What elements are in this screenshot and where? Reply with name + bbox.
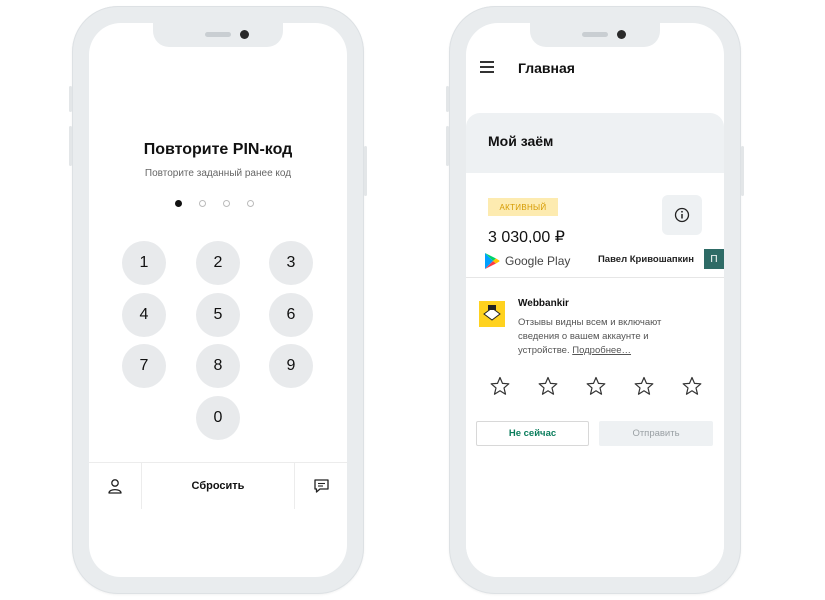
store-name: Google Play <box>505 254 571 268</box>
star-icon[interactable] <box>682 376 702 396</box>
user-name: Павел Кривошапкин <box>597 254 694 265</box>
pin-indicator <box>175 200 265 210</box>
info-button[interactable] <box>662 195 702 235</box>
google-play-icon <box>485 253 500 269</box>
loan-title: Мой заём <box>488 133 554 149</box>
app-name: Webbankir <box>518 298 569 309</box>
profile-button[interactable] <box>89 463 142 509</box>
not-now-button[interactable]: Не сейчас <box>476 421 589 446</box>
page-title: Главная <box>518 60 575 76</box>
phone-frame-right: Главная Мой заём АКТИВНЫЙ 3 030,00 ₽ Goo… <box>446 6 744 594</box>
page-title: Повторите PIN-код <box>143 141 293 158</box>
app-header: Главная <box>466 49 724 89</box>
side-button <box>69 86 72 112</box>
screen-main: Главная Мой заём АКТИВНЫЙ 3 030,00 ₽ Goo… <box>466 23 724 577</box>
key-5[interactable]: 5 <box>196 293 240 337</box>
review-description: Отзывы видны всем и включают сведения о … <box>518 316 698 358</box>
pin-dot-empty <box>199 200 206 207</box>
loan-section-header: Мой заём <box>466 113 724 173</box>
reset-button[interactable]: Сбросить <box>141 463 295 509</box>
notch <box>530 23 660 47</box>
screen-pin: Повторите PIN-код Повторите заданный ран… <box>89 23 347 577</box>
send-button[interactable]: Отправить <box>599 421 713 446</box>
star-icon[interactable] <box>586 376 606 396</box>
page-subtitle: Повторите заданный ранее код <box>144 168 292 179</box>
review-sheet-header: Google Play Павел Кривошапкин П <box>466 243 724 278</box>
key-0[interactable]: 0 <box>196 396 240 440</box>
key-7[interactable]: 7 <box>122 344 166 388</box>
info-icon <box>674 207 690 223</box>
chat-icon <box>313 479 329 493</box>
bottom-bar: Сбросить <box>89 462 347 509</box>
phone-frame-left: Повторите PIN-код Повторите заданный ран… <box>69 6 367 594</box>
google-play-logo: Google Play <box>484 252 570 270</box>
side-button <box>364 146 367 196</box>
side-button <box>69 126 72 166</box>
side-button <box>446 86 449 112</box>
key-4[interactable]: 4 <box>122 293 166 337</box>
notch <box>153 23 283 47</box>
key-9[interactable]: 9 <box>269 344 313 388</box>
key-3[interactable]: 3 <box>269 241 313 285</box>
pin-dot-filled <box>175 200 182 207</box>
star-rating <box>486 376 716 398</box>
side-button <box>741 146 744 196</box>
star-icon[interactable] <box>538 376 558 396</box>
pin-dot-empty <box>223 200 230 207</box>
side-button <box>446 126 449 166</box>
app-icon <box>479 301 505 327</box>
status-badge: АКТИВНЫЙ <box>488 198 558 216</box>
star-icon[interactable] <box>634 376 654 396</box>
key-2[interactable]: 2 <box>196 241 240 285</box>
key-8[interactable]: 8 <box>196 344 240 388</box>
webbankir-logo-icon <box>479 301 505 327</box>
star-icon[interactable] <box>490 376 510 396</box>
key-6[interactable]: 6 <box>269 293 313 337</box>
person-icon <box>108 479 122 494</box>
avatar: П <box>704 249 724 269</box>
pin-dot-empty <box>247 200 254 207</box>
key-1[interactable]: 1 <box>122 241 166 285</box>
chat-button[interactable] <box>294 463 347 509</box>
menu-icon[interactable] <box>480 61 494 73</box>
more-link[interactable]: Подробнее… <box>572 345 631 356</box>
review-sheet: Google Play Павел Кривошапкин П Webbanki… <box>466 243 724 577</box>
